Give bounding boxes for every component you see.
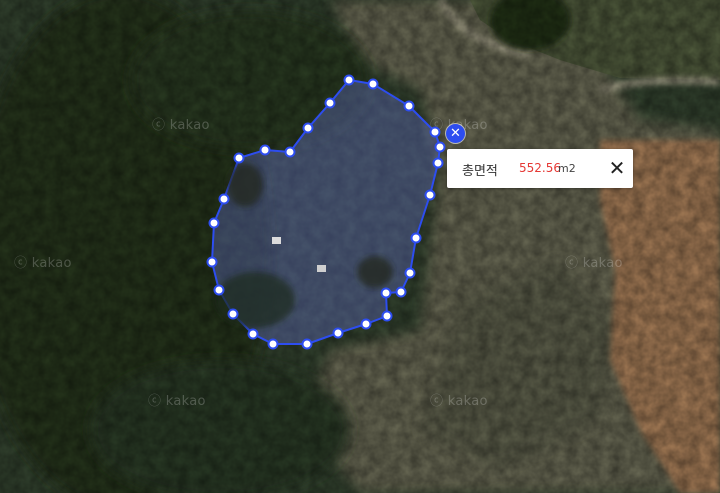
delete-measurement-icon[interactable]: ✕ [446, 124, 465, 143]
map-watermark: ⓒ kakao [152, 118, 210, 133]
object-marker [317, 265, 326, 272]
polygon-vertex-handle[interactable] [206, 256, 218, 268]
polygon-vertex-handle[interactable] [301, 338, 313, 350]
tree-shadow [215, 272, 295, 328]
polygon-vertex-handle[interactable] [380, 287, 392, 299]
tree-shadow [227, 163, 263, 207]
map-watermark: ⓒ kakao [148, 394, 206, 409]
polygon-vertex-handle[interactable] [247, 328, 259, 340]
polygon-vertex-handle[interactable] [403, 100, 415, 112]
polygon-vertex-handle[interactable] [208, 217, 220, 229]
polygon-vertex-handle[interactable] [367, 78, 379, 90]
area-info-popup: 총면적 552.56 m2 ✕ [447, 149, 633, 188]
map-watermark: ⓒ kakao [14, 256, 72, 271]
satellite-map[interactable] [0, 0, 720, 493]
polygon-vertex-handle[interactable] [381, 310, 393, 322]
polygon-vertex-handle[interactable] [410, 232, 422, 244]
total-area-value: 552.56 [519, 161, 561, 175]
polygon-vertex-handle[interactable] [284, 146, 296, 158]
total-area-label: 총면적 [462, 164, 498, 179]
polygon-vertex-handle[interactable] [233, 152, 245, 164]
polygon-vertex-handle[interactable] [332, 327, 344, 339]
map-watermark: ⓒ kakao [565, 256, 623, 271]
polygon-vertex-handle[interactable] [434, 141, 446, 153]
polygon-vertex-handle[interactable] [227, 308, 239, 320]
polygon-vertex-handle[interactable] [324, 97, 336, 109]
close-icon[interactable]: ✕ [606, 156, 628, 180]
tree-shadow [357, 256, 393, 288]
polygon-vertex-handle[interactable] [432, 157, 444, 169]
polygon-vertex-handle[interactable] [395, 286, 407, 298]
object-marker [272, 237, 281, 244]
polygon-vertex-handle[interactable] [213, 284, 225, 296]
area-unit: m2 [558, 162, 576, 175]
polygon-vertex-handle[interactable] [343, 74, 355, 86]
polygon-vertex-handle[interactable] [424, 189, 436, 201]
polygon-vertex-handle[interactable] [267, 338, 279, 350]
polygon-vertex-handle[interactable] [404, 267, 416, 279]
polygon-vertex-handle[interactable] [302, 122, 314, 134]
polygon-vertex-handle[interactable] [218, 193, 230, 205]
polygon-vertex-handle[interactable] [259, 144, 271, 156]
polygon-vertex-handle[interactable] [360, 318, 372, 330]
map-watermark: ⓒ kakao [430, 394, 488, 409]
